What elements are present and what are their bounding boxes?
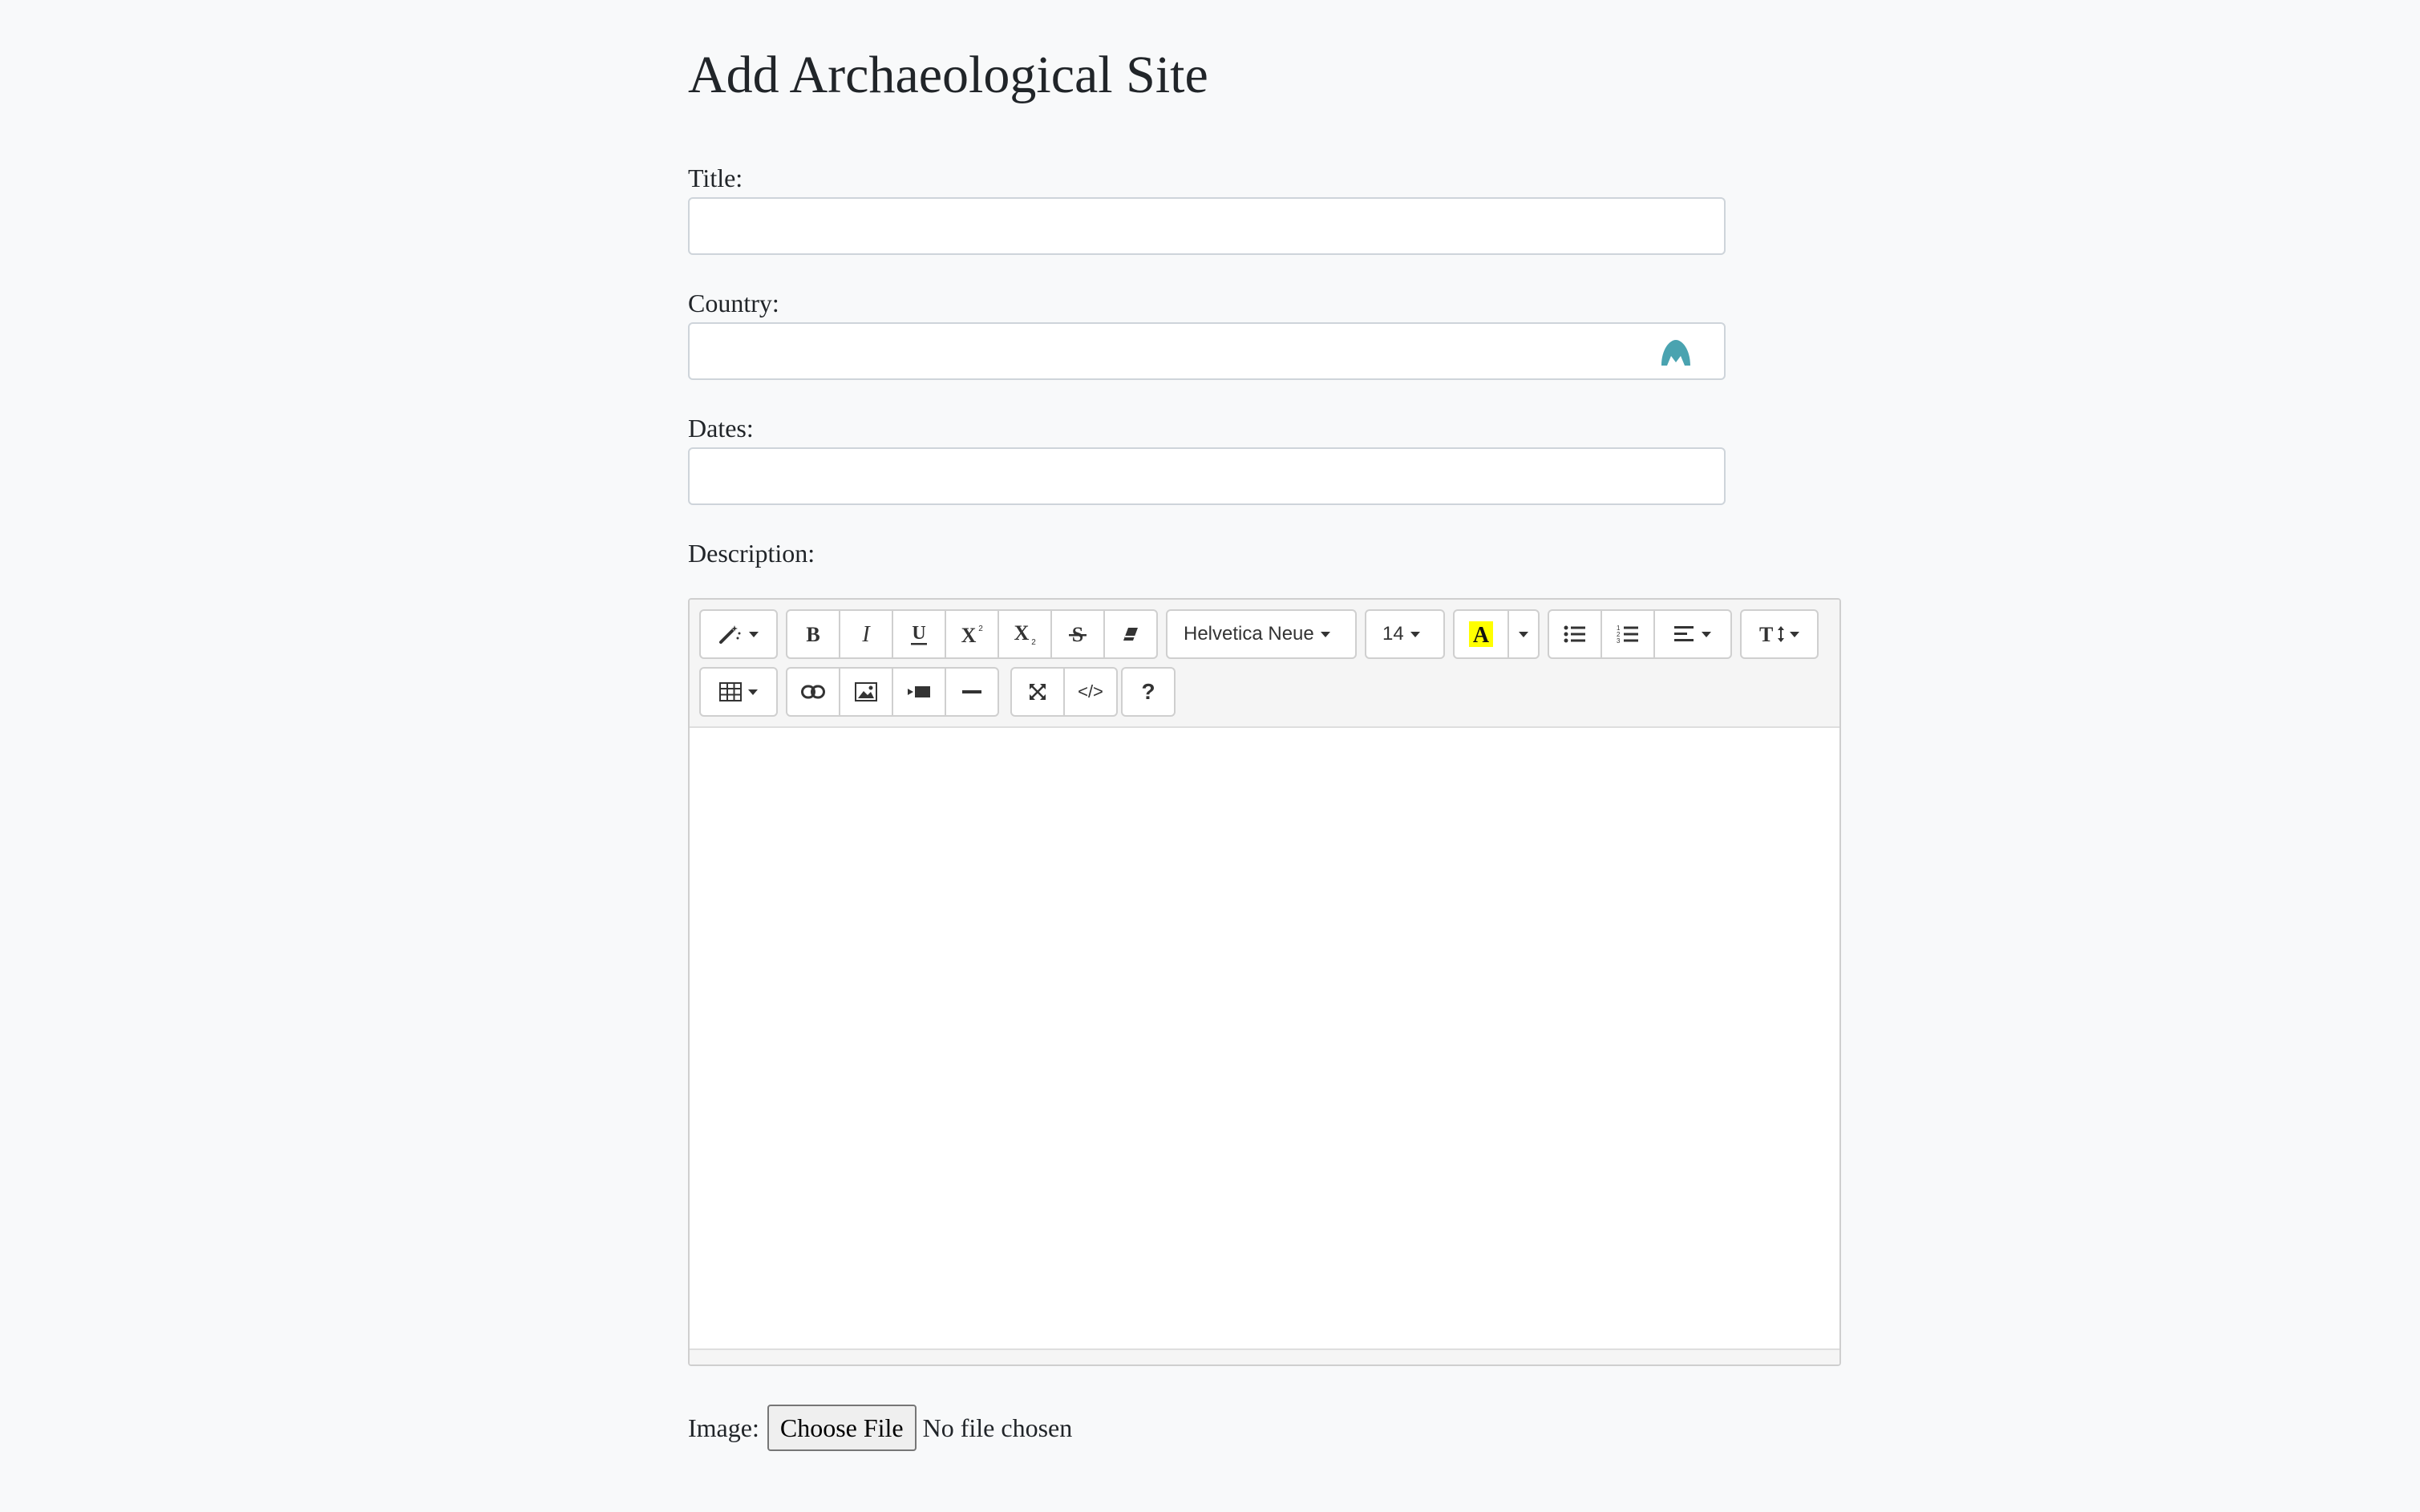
country-label: Country: xyxy=(688,289,779,317)
help-group: ? xyxy=(1121,667,1176,717)
paragraph-align-icon xyxy=(1674,626,1694,641)
file-status-text: No file chosen xyxy=(922,1413,1073,1442)
font-name-dropdown[interactable]: Helvetica Neue xyxy=(1166,609,1357,659)
chevron-down-icon xyxy=(1519,631,1528,637)
title-input[interactable] xyxy=(688,197,1726,255)
link-button[interactable] xyxy=(786,667,840,717)
svg-text:U: U xyxy=(912,623,925,644)
chevron-down-icon xyxy=(748,689,758,695)
table-group xyxy=(699,667,778,717)
dates-input[interactable] xyxy=(688,447,1726,505)
bold-button[interactable]: B xyxy=(786,609,840,659)
svg-text:T: T xyxy=(1759,623,1773,645)
insert-group xyxy=(786,667,999,717)
code-view-icon: </> xyxy=(1078,681,1103,701)
chevron-down-icon xyxy=(1320,631,1330,637)
fullscreen-icon xyxy=(1030,684,1046,700)
page-title: Add Archaeological Site xyxy=(688,46,1208,104)
superscript-button[interactable]: X2 xyxy=(945,609,999,659)
password-manager-icon[interactable] xyxy=(1660,338,1692,367)
ordered-list-icon: 1 2 3 xyxy=(1617,625,1638,644)
description-label: Description: xyxy=(688,539,815,568)
svg-text:2: 2 xyxy=(978,625,983,633)
svg-text:I: I xyxy=(861,624,871,645)
picture-button[interactable] xyxy=(839,667,893,717)
editor-resize-bar[interactable] xyxy=(690,1348,1839,1364)
video-icon xyxy=(908,686,930,697)
font-size-group: 14 xyxy=(1365,609,1445,659)
color-group: A xyxy=(1453,609,1540,659)
strikethrough-button[interactable]: S xyxy=(1050,609,1105,659)
font-style-group: B I U X2 X2 S xyxy=(786,609,1158,659)
italic-button[interactable]: I xyxy=(839,609,893,659)
chevron-down-icon xyxy=(1790,631,1799,637)
table-icon xyxy=(719,682,742,701)
svg-text:B: B xyxy=(806,624,819,645)
clear-formatting-button[interactable] xyxy=(1103,609,1158,659)
view-group: </> xyxy=(1010,667,1118,717)
subscript-icon: X2 xyxy=(1014,622,1037,646)
magic-wand-icon xyxy=(719,625,741,644)
text-color-icon: A xyxy=(1469,621,1493,647)
dates-label: Dates: xyxy=(688,414,754,443)
chevron-down-icon xyxy=(1410,631,1420,637)
horizontal-rule-icon xyxy=(962,690,981,693)
fullscreen-button[interactable] xyxy=(1010,667,1065,717)
text-color-button[interactable]: A xyxy=(1453,609,1509,659)
choose-file-button[interactable]: Choose File xyxy=(767,1405,917,1451)
color-dropdown-button[interactable] xyxy=(1507,609,1540,659)
underline-button[interactable]: U xyxy=(892,609,946,659)
unordered-list-icon xyxy=(1564,625,1585,643)
font-name-group: Helvetica Neue xyxy=(1166,609,1357,659)
svg-text:X: X xyxy=(961,624,977,645)
svg-text:3: 3 xyxy=(1617,637,1621,644)
editor-content-area[interactable] xyxy=(690,728,1839,1348)
svg-text:X: X xyxy=(1014,622,1030,645)
eraser-icon xyxy=(1123,628,1138,641)
style-group xyxy=(699,609,778,659)
video-button[interactable] xyxy=(892,667,946,717)
italic-icon: I xyxy=(861,624,871,645)
description-editor: B I U X2 X2 S xyxy=(688,598,1841,1366)
code-view-button[interactable]: </> xyxy=(1063,667,1118,717)
subscript-button[interactable]: X2 xyxy=(998,609,1052,659)
editor-toolbar: B I U X2 X2 S xyxy=(690,600,1839,728)
line-height-dropdown-button[interactable]: T xyxy=(1740,609,1819,659)
ordered-list-button[interactable]: 1 2 3 xyxy=(1601,609,1655,659)
superscript-icon: X2 xyxy=(961,624,984,645)
svg-text:A: A xyxy=(1473,623,1490,647)
title-label: Title: xyxy=(688,164,743,192)
style-dropdown-button[interactable] xyxy=(699,609,778,659)
link-icon xyxy=(801,685,825,699)
table-dropdown-button[interactable] xyxy=(699,667,778,717)
height-group: T xyxy=(1740,609,1819,659)
list-group: 1 2 3 xyxy=(1548,609,1732,659)
chevron-down-icon xyxy=(749,631,759,637)
image-upload-row: Image: Choose File No file chosen xyxy=(688,1405,1072,1451)
bold-icon: B xyxy=(806,624,819,645)
help-button[interactable]: ? xyxy=(1121,667,1176,717)
font-size-dropdown[interactable]: 14 xyxy=(1365,609,1445,659)
line-height-icon: T xyxy=(1759,623,1784,645)
strikethrough-icon: S xyxy=(1069,623,1087,645)
svg-text:2: 2 xyxy=(1031,638,1036,646)
image-label: Image: xyxy=(688,1413,759,1442)
paragraph-dropdown-button[interactable] xyxy=(1653,609,1732,659)
chevron-down-icon xyxy=(1702,631,1711,637)
font-name-value: Helvetica Neue xyxy=(1184,623,1314,645)
picture-icon xyxy=(855,682,877,701)
horizontal-rule-button[interactable] xyxy=(945,667,999,717)
font-size-value: 14 xyxy=(1382,623,1404,645)
country-input[interactable] xyxy=(688,322,1726,380)
underline-icon: U xyxy=(911,623,927,645)
help-icon: ? xyxy=(1141,679,1155,704)
unordered-list-button[interactable] xyxy=(1548,609,1602,659)
